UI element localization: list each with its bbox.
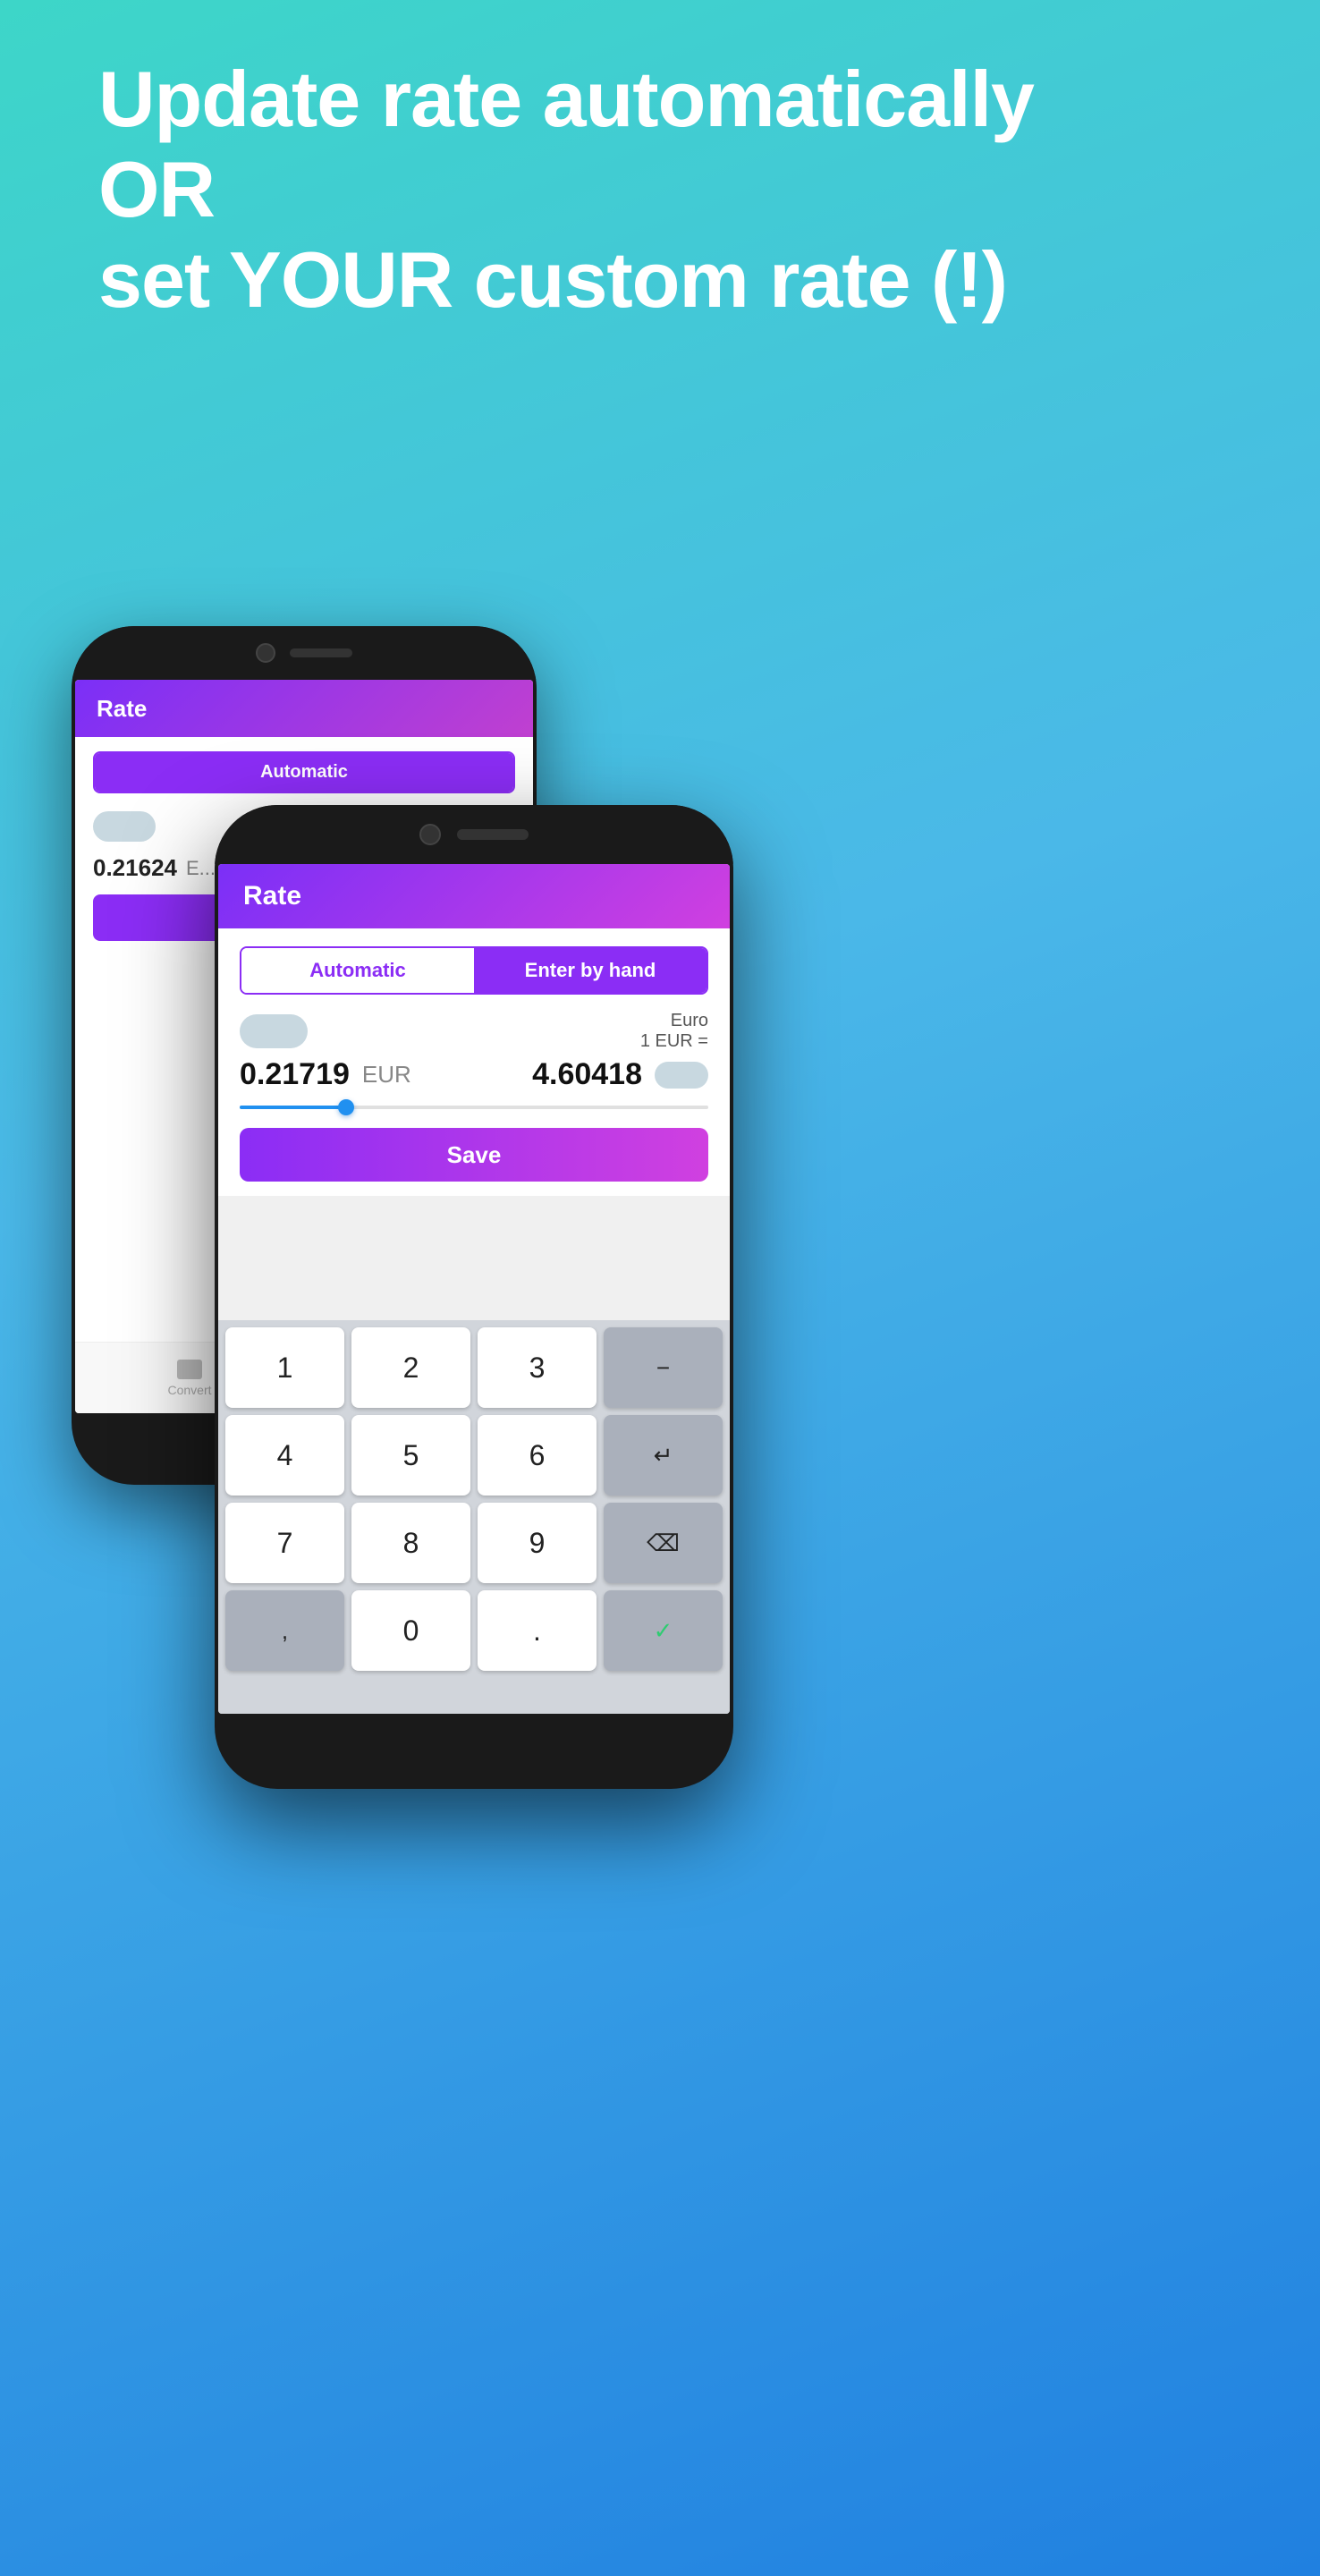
tab-enter-by-hand[interactable]: Enter by hand: [474, 948, 707, 993]
save-button[interactable]: Save: [240, 1128, 708, 1182]
front-rate-currency: EUR: [362, 1061, 411, 1089]
key-3[interactable]: 3: [478, 1327, 597, 1408]
key-1[interactable]: 1: [225, 1327, 344, 1408]
keyboard-row-2: 4 5 6 ↵: [225, 1415, 723, 1496]
headline: Update rate automatically OR set YOUR cu…: [98, 54, 1222, 326]
key-2[interactable]: 2: [351, 1327, 470, 1408]
key-4[interactable]: 4: [225, 1415, 344, 1496]
keyboard-row-1: 1 2 3 −: [225, 1327, 723, 1408]
key-return[interactable]: ↵: [604, 1415, 723, 1496]
key-5[interactable]: 5: [351, 1415, 470, 1496]
keyboard-row-3: 7 8 9 ⌫: [225, 1503, 723, 1583]
headline-line1: Update rate automatically: [98, 55, 1034, 143]
front-slider-row: [240, 1099, 708, 1115]
headline-line2: OR: [98, 145, 215, 233]
key-minus[interactable]: −: [604, 1327, 723, 1408]
currency-rate-label: 1 EUR =: [640, 1031, 708, 1052]
key-confirm[interactable]: ✓: [604, 1590, 723, 1671]
front-tab-bar: Automatic Enter by hand: [240, 946, 708, 995]
key-7[interactable]: 7: [225, 1503, 344, 1583]
key-comma[interactable]: ,: [225, 1590, 344, 1671]
front-toggle-row: Euro 1 EUR =: [240, 1011, 708, 1052]
key-8[interactable]: 8: [351, 1503, 470, 1583]
back-header-title: Rate: [97, 695, 147, 723]
back-convert-label: Convert: [167, 1383, 211, 1397]
front-rate-converted: 4.60418: [532, 1057, 642, 1092]
back-speaker-icon: [290, 648, 352, 657]
back-notch-bar: [72, 626, 537, 680]
back-tab-bar: Automatic: [93, 751, 515, 793]
front-rate-value: 0.21719: [240, 1057, 350, 1092]
back-rate-value: 0.21624: [93, 854, 177, 882]
front-header-title: Rate: [243, 881, 301, 911]
front-currency-info: Euro 1 EUR =: [640, 1011, 708, 1052]
slider-thumb[interactable]: [338, 1099, 354, 1115]
currency-name: Euro: [640, 1011, 708, 1031]
front-screen: Rate Automatic Enter by hand Euro 1 EUR …: [218, 864, 730, 1714]
back-toggle[interactable]: [93, 811, 156, 842]
slider-fill: [240, 1106, 343, 1109]
key-6[interactable]: 6: [478, 1415, 597, 1496]
front-toggle-small[interactable]: [655, 1062, 708, 1089]
key-backspace[interactable]: ⌫: [604, 1503, 723, 1583]
keyboard-row-4: , 0 . ✓: [225, 1590, 723, 1671]
front-toggle[interactable]: [240, 1014, 308, 1048]
key-9[interactable]: 9: [478, 1503, 597, 1583]
front-white-area: Automatic Enter by hand Euro 1 EUR = 0.2…: [218, 928, 730, 1196]
back-header: Rate: [75, 680, 533, 737]
slider-track: [240, 1106, 708, 1109]
keyboard: 1 2 3 − 4 5 6 ↵ 7 8 9 ⌫ , 0 . ✓: [218, 1320, 730, 1714]
headline-line3: set YOUR custom rate (!): [98, 235, 1007, 324]
front-notch-bar: [215, 805, 733, 864]
front-rate-row: 0.21719 EUR 4.60418: [240, 1057, 708, 1092]
front-speaker-icon: [457, 829, 529, 840]
tab-automatic[interactable]: Automatic: [241, 948, 474, 993]
back-tab-automatic[interactable]: Automatic: [95, 753, 513, 792]
back-camera-icon: [256, 643, 275, 663]
phone-front: Rate Automatic Enter by hand Euro 1 EUR …: [215, 805, 733, 1789]
key-dot[interactable]: .: [478, 1590, 597, 1671]
convert-icon: [177, 1360, 202, 1379]
key-0[interactable]: 0: [351, 1590, 470, 1671]
front-camera-icon: [419, 824, 441, 845]
back-rate-currency: E...: [186, 857, 216, 880]
front-header: Rate: [218, 864, 730, 928]
